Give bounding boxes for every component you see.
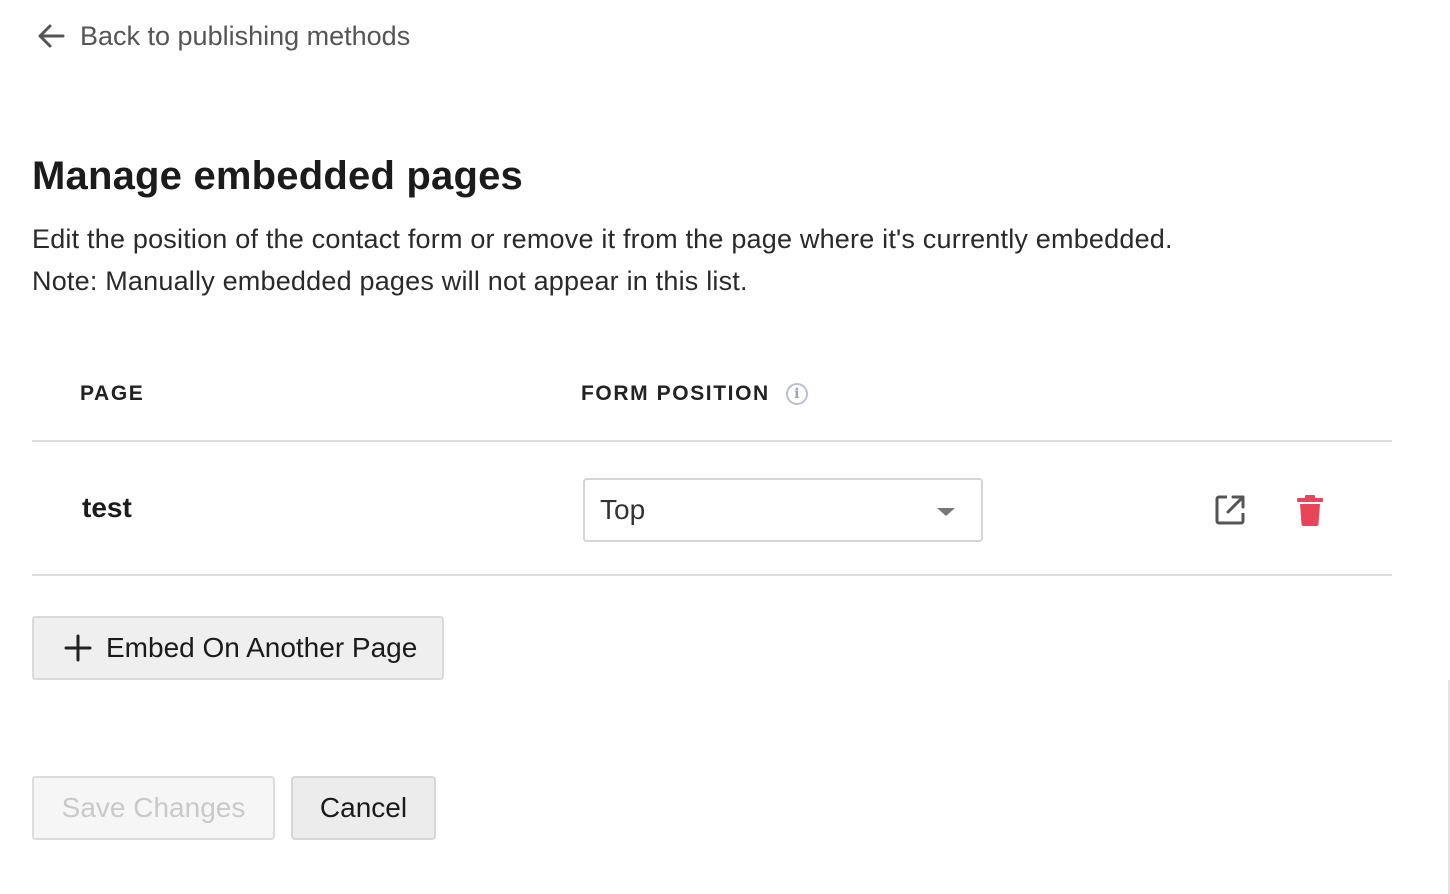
plus-icon [64, 634, 92, 662]
cancel-button[interactable]: Cancel [291, 776, 436, 840]
page-title: Manage embedded pages [32, 154, 523, 198]
embed-button-label: Embed On Another Page [106, 632, 418, 663]
embed-on-another-page-button[interactable]: Embed On Another Page [32, 616, 445, 680]
column-header-page-label: PAGE [80, 382, 145, 405]
table-row: test Top [32, 442, 1392, 576]
column-header-form-position: FORM POSITION i [581, 382, 808, 406]
page-description: Edit the position of the contact form or… [32, 218, 1173, 302]
arrow-left-icon [36, 21, 66, 51]
form-position-value: Top [600, 494, 646, 525]
open-page-button[interactable] [1212, 492, 1248, 528]
form-position-select[interactable]: Top [583, 478, 983, 542]
column-header-form-position-label: FORM POSITION [581, 382, 770, 405]
description-line-1: Edit the position of the contact form or… [32, 224, 1173, 254]
table-header: PAGE FORM POSITION i [32, 352, 1392, 442]
trash-icon [1292, 492, 1328, 528]
page-name-cell: test [82, 492, 132, 523]
back-link-label: Back to publishing methods [80, 20, 411, 51]
back-link[interactable]: Back to publishing methods [36, 18, 410, 54]
chevron-down-icon [937, 508, 955, 516]
description-line-2: Note: Manually embedded pages will not a… [32, 266, 748, 296]
embedded-pages-table: PAGE FORM POSITION i test Top [32, 352, 1392, 576]
save-changes-button[interactable]: Save Changes [32, 776, 275, 840]
open-external-icon [1212, 492, 1248, 528]
info-icon[interactable]: i [785, 383, 808, 405]
delete-page-button[interactable] [1292, 492, 1328, 528]
column-header-page: PAGE [80, 382, 144, 406]
